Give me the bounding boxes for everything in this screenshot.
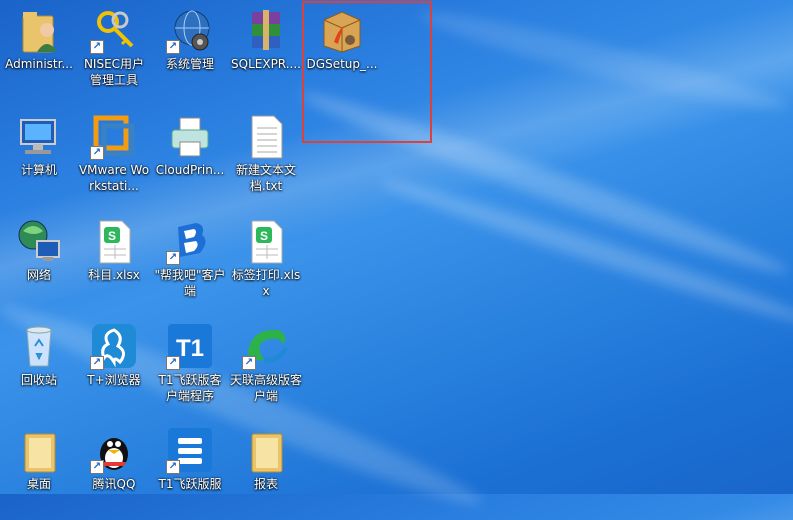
desktop-icon-cloudprint[interactable]: CloudPrin...: [153, 108, 227, 200]
desktop-icon-sqlexpr[interactable]: SQLEXPR....: [229, 2, 303, 94]
desktop-icon-tencent-qq[interactable]: ↗ 腾讯QQ: [77, 422, 151, 514]
icon-label: 标签打印.xlsx: [231, 268, 301, 298]
shortcut-arrow-icon: ↗: [166, 356, 180, 370]
winrar-archive-icon: [242, 6, 290, 54]
text-file-icon: [242, 112, 290, 160]
desktop-icon-t1-client[interactable]: T1 ↗ T1飞跃版客户端程序: [153, 318, 227, 410]
shortcut-arrow-icon: ↗: [166, 251, 180, 265]
desktop-icon-tplus-browser[interactable]: ↗ T+浏览器: [77, 318, 151, 410]
desktop-icon-tianlian[interactable]: ↗ 天联高级版客户端: [229, 318, 303, 410]
desktop-icon-system-management[interactable]: ↗ 系统管理: [153, 2, 227, 94]
desktop-icon-administrator[interactable]: Administr...: [2, 2, 76, 94]
shortcut-arrow-icon: ↗: [242, 356, 256, 370]
desktop-icon-nisec[interactable]: ↗ NISEC用户管理工具: [77, 2, 151, 94]
icon-label: 科目.xlsx: [88, 268, 140, 282]
icon-label: CloudPrin...: [155, 163, 225, 177]
shortcut-arrow-icon: ↗: [166, 40, 180, 54]
computer-icon: [15, 112, 63, 160]
shortcut-arrow-icon: ↗: [90, 460, 104, 474]
desktop-icon-network[interactable]: 网络: [2, 213, 76, 305]
t1-server-icon: ↗: [166, 426, 214, 474]
user-folder-icon: [15, 6, 63, 54]
desktop-icon-computer[interactable]: 计算机: [2, 108, 76, 200]
spreadsheet-icon: S: [242, 217, 290, 265]
icon-label: 天联高级版客户端: [230, 373, 303, 403]
t1-app-icon: T1 ↗: [166, 322, 214, 370]
icon-label: 网络: [26, 268, 51, 282]
icon-label: "帮我吧"客户端: [154, 268, 226, 298]
desktop-icon-vmware[interactable]: ↗ VMware Workstati...: [77, 108, 151, 200]
desktop-icon-kemu-xlsx[interactable]: S 科目.xlsx: [77, 213, 151, 305]
icon-label: 系统管理: [165, 57, 214, 71]
shortcut-arrow-icon: ↗: [90, 356, 104, 370]
printer-icon: [166, 112, 214, 160]
desktop-icon-baobiao-folder[interactable]: 报表: [229, 422, 303, 514]
keys-icon: ↗: [90, 6, 138, 54]
shortcut-arrow-icon: ↗: [166, 460, 180, 474]
bangwoba-icon: ↗: [166, 217, 214, 265]
icon-label: 回收站: [20, 373, 57, 387]
svg-text:S: S: [108, 229, 116, 243]
svg-text:T1: T1: [176, 335, 204, 362]
recycle-bin-icon: [15, 322, 63, 370]
desktop-icon-desktop-folder[interactable]: 桌面: [2, 422, 76, 514]
network-icon: [15, 217, 63, 265]
package-box-icon: [318, 6, 366, 54]
tplus-browser-icon: ↗: [90, 322, 138, 370]
qq-penguin-icon: ↗: [90, 426, 138, 474]
desktop-icon-t1-server[interactable]: ↗ T1飞跃版服: [153, 422, 227, 514]
icon-label: 腾讯QQ: [92, 477, 136, 491]
icon-label: T1飞跃版服: [158, 477, 222, 491]
icon-label: DGSetup_...: [306, 57, 378, 71]
shortcut-arrow-icon: ↗: [90, 40, 104, 54]
desktop-icon-bangwoba[interactable]: ↗ "帮我吧"客户端: [153, 213, 227, 305]
icon-label: Administr...: [5, 57, 73, 71]
folder-icon: [242, 426, 290, 474]
desktop-icon-dgsetup[interactable]: DGSetup_...: [305, 2, 379, 94]
icon-label: 桌面: [26, 477, 51, 491]
vmware-icon: ↗: [90, 112, 138, 160]
icon-label: 计算机: [20, 163, 57, 177]
icon-label: VMware Workstati...: [78, 163, 150, 193]
icon-label: T1飞跃版客户端程序: [158, 373, 222, 403]
svg-text:S: S: [260, 229, 268, 243]
icon-label: T+浏览器: [87, 373, 141, 387]
spreadsheet-icon: S: [90, 217, 138, 265]
folder-icon: [15, 426, 63, 474]
globe-gear-icon: ↗: [166, 6, 214, 54]
icon-label: NISEC用户管理工具: [83, 57, 145, 87]
shortcut-arrow-icon: ↗: [90, 146, 104, 160]
icon-label: SQLEXPR....: [231, 57, 301, 71]
tianlian-icon: ↗: [242, 322, 290, 370]
icon-label: 报表: [253, 477, 278, 491]
icon-label: 新建文本文档.txt: [235, 163, 296, 193]
desktop-icon-new-text-file[interactable]: 新建文本文档.txt: [229, 108, 303, 200]
desktop-icon-biaoqian-xlsx[interactable]: S 标签打印.xlsx: [229, 213, 303, 305]
desktop-icon-recycle-bin[interactable]: 回收站: [2, 318, 76, 410]
